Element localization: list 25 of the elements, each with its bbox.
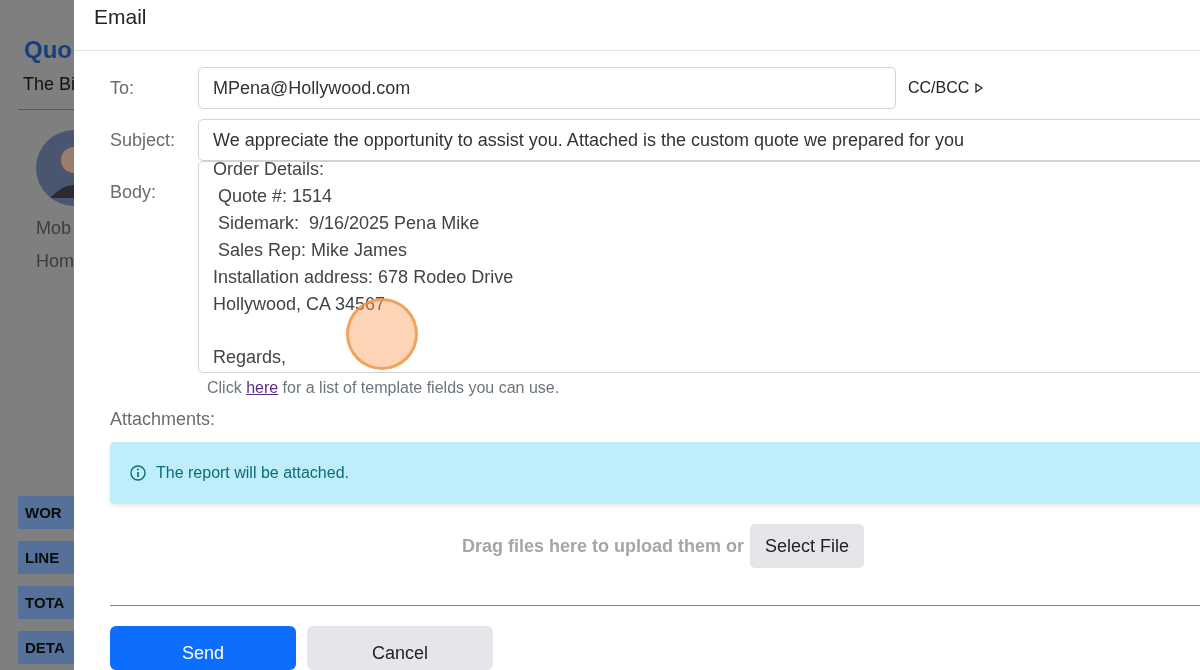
section-button[interactable]: LINE	[18, 541, 74, 574]
info-icon	[130, 465, 146, 481]
cancel-button[interactable]: Cancel	[307, 626, 493, 670]
attachments-label: Attachments:	[110, 409, 217, 430]
select-file-button[interactable]: Select File	[750, 524, 865, 568]
to-field[interactable]: MPena@Hollywood.com	[198, 67, 896, 109]
drop-text: Drag files here to upload them or	[462, 535, 745, 557]
contact-label: Mob	[36, 218, 72, 239]
section-button[interactable]: DETA	[18, 631, 74, 664]
page-title: Quo	[24, 36, 73, 64]
contact-label: Hom	[36, 251, 74, 272]
page-subtitle: The Bi	[23, 74, 74, 95]
section-button[interactable]: TOTA	[18, 586, 74, 619]
alert-text: The report will be attached.	[156, 464, 349, 482]
subject-field[interactable]: We appreciate the opportunity to assist you. Attached is the custom quote we prepared for you	[198, 119, 1200, 161]
section-button[interactable]: WOR	[18, 496, 74, 529]
template-link[interactable]: here	[246, 379, 279, 396]
dialog-title: Email	[94, 5, 147, 29]
cc-bcc-toggle[interactable]: CC/BCC	[908, 79, 984, 97]
field-label: Subject:	[110, 129, 177, 151]
caret-icon	[975, 83, 984, 93]
field-label: Body:	[110, 181, 158, 203]
field-label: To:	[110, 77, 135, 99]
help-text: Click here for a list of template fields you can use.	[207, 379, 561, 397]
send-button[interactable]: Send	[110, 626, 296, 670]
